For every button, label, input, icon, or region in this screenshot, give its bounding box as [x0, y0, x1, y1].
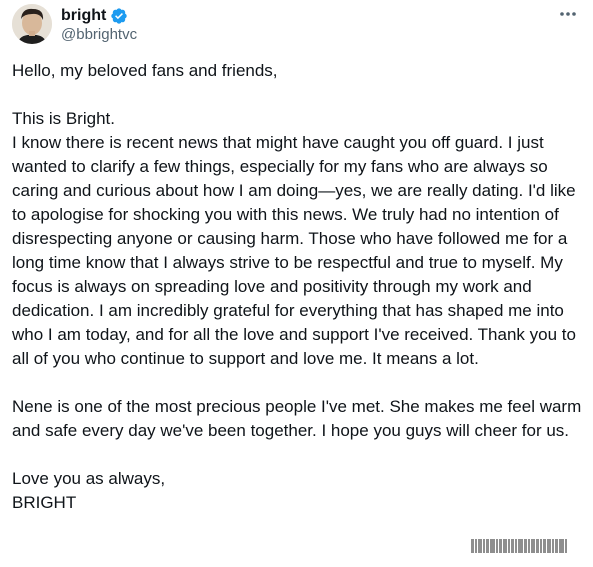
tweet-text: Hello, my beloved fans and friends, This… — [12, 59, 583, 515]
more-options-icon — [560, 12, 576, 16]
avatar[interactable] — [12, 4, 52, 44]
tweet-header: bright @bbrightvc — [12, 4, 581, 46]
tweet-paragraph: This is Bright. I know there is recent n… — [12, 109, 576, 368]
verified-badge-icon — [111, 8, 128, 24]
author-name-row: bright — [61, 6, 128, 26]
author-handle[interactable]: @bbrightvc — [61, 26, 137, 44]
display-name[interactable]: bright — [61, 6, 106, 26]
watermark-logo — [471, 537, 581, 555]
tweet-closing: Love you as always, BRIGHT — [12, 469, 166, 512]
more-options-button[interactable] — [555, 4, 581, 24]
tweet-paragraph: Nene is one of the most precious people … — [12, 397, 586, 440]
tweet-card: bright @bbrightvc Hello, my beloved fans… — [0, 0, 593, 567]
tweet-greeting: Hello, my beloved fans and friends, — [12, 61, 278, 80]
profile-photo — [12, 4, 52, 44]
